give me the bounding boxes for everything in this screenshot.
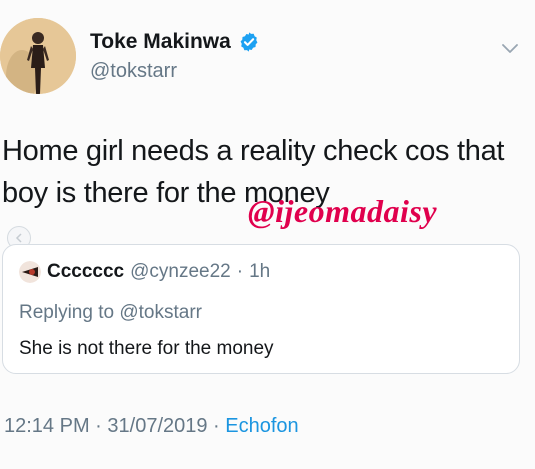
author-handle[interactable]: @tokstarr: [90, 60, 177, 83]
tweet-source-link[interactable]: Echofon: [225, 415, 298, 437]
quoted-author-handle[interactable]: @cynzee22: [130, 261, 231, 283]
chevron-down-icon[interactable]: [498, 36, 522, 60]
quoted-replying-to[interactable]: Replying to @tokstarr: [19, 302, 202, 324]
tweet-meta: 12:14 PM · 31/07/2019 · Echofon: [4, 415, 299, 438]
profile-avatar[interactable]: [0, 18, 76, 94]
tweet-time[interactable]: 12:14 PM: [4, 415, 90, 437]
tweet-page: Toke Makinwa @tokstarr Home girl needs a…: [0, 0, 535, 469]
meta-separator-1: ·: [89, 415, 108, 437]
quoted-author-name[interactable]: Ccccccc: [47, 261, 124, 283]
author-name-text[interactable]: Toke Makinwa: [90, 30, 231, 54]
tweet-date[interactable]: 31/07/2019: [107, 415, 207, 437]
avatar-icon[interactable]: [19, 261, 41, 283]
verified-badge-icon: [238, 31, 260, 53]
quoted-tweet-card[interactable]: Ccccccc @cynzee22 · 1h Replying to @toks…: [2, 244, 520, 374]
watermark: @ijeomadaisy: [248, 193, 438, 229]
quoted-tweet-header: Ccccccc @cynzee22 · 1h: [19, 261, 270, 283]
quoted-tweet-text: She is not there for the money: [19, 338, 274, 359]
author-name[interactable]: Toke Makinwa: [90, 30, 260, 54]
quoted-time[interactable]: 1h: [249, 261, 270, 283]
meta-separator-2: ·: [207, 415, 226, 437]
avatar-image: [0, 18, 76, 94]
quoted-separator: ·: [236, 261, 244, 282]
